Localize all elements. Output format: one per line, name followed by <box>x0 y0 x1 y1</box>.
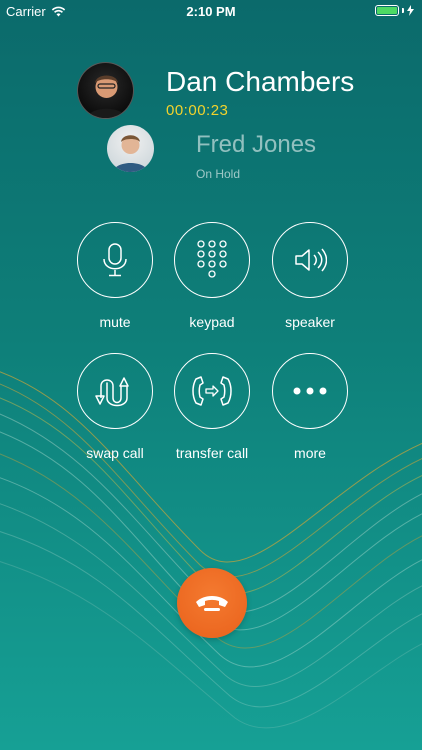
microphone-icon <box>103 243 127 277</box>
avatar-dan-chambers <box>77 62 134 119</box>
mute-label: mute <box>99 314 131 330</box>
swap-call-control[interactable]: swap call <box>60 353 170 461</box>
more-label: more <box>294 445 326 461</box>
keypad-label: keypad <box>189 314 235 330</box>
swap-call-label: swap call <box>86 445 144 461</box>
transfer-call-icon <box>192 376 232 406</box>
keypad-icon <box>197 240 227 278</box>
more-button[interactable] <box>272 353 348 429</box>
keypad-button[interactable] <box>174 222 250 298</box>
mute-control[interactable]: mute <box>60 222 170 330</box>
hang-up-icon <box>196 596 228 611</box>
speaker-button[interactable] <box>272 222 348 298</box>
speaker-control[interactable]: speaker <box>255 222 365 330</box>
avatar-fred-jones <box>107 125 154 172</box>
transfer-call-label: transfer call <box>175 445 249 461</box>
active-caller-name: Dan Chambers <box>166 66 355 97</box>
held-caller-name: Fred Jones <box>196 131 317 158</box>
mute-button[interactable] <box>77 222 153 298</box>
more-control[interactable]: more <box>255 353 365 461</box>
call-timer: 00:00:23 <box>166 102 229 119</box>
transfer-call-control[interactable]: transfer call <box>157 353 267 461</box>
speaker-label: speaker <box>285 314 335 330</box>
status-right <box>375 5 414 16</box>
status-bar: Carrier 2:10 PM <box>0 0 422 22</box>
swap-call-button[interactable] <box>77 353 153 429</box>
charging-icon <box>407 5 414 16</box>
swap-call-icon <box>95 377 129 407</box>
transfer-call-button[interactable] <box>174 353 250 429</box>
battery-cap <box>402 8 404 13</box>
hold-status: On Hold <box>196 167 241 181</box>
keypad-control[interactable]: keypad <box>157 222 267 330</box>
end-call-button[interactable] <box>177 568 247 638</box>
more-icon <box>293 387 327 395</box>
speaker-icon <box>295 248 327 272</box>
status-time: 2:10 PM <box>186 4 236 19</box>
battery-icon <box>375 5 399 16</box>
